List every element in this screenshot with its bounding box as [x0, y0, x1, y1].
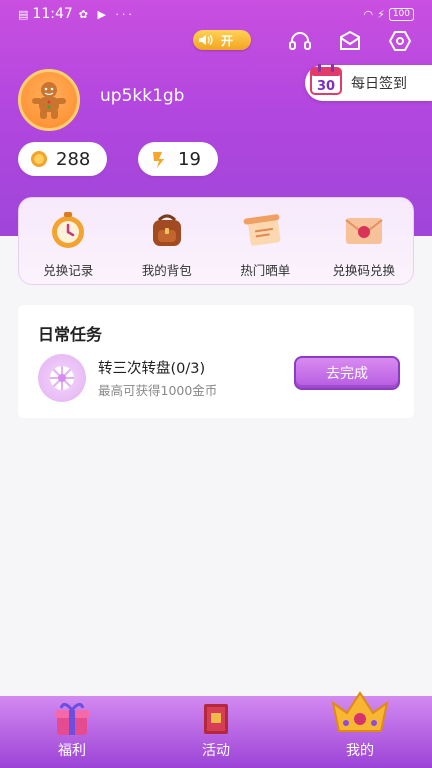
avatar[interactable]: [18, 69, 80, 131]
wheel-icon: [38, 354, 86, 402]
notification-icons: ✿ ▶ ···: [78, 7, 135, 21]
headset-icon[interactable]: [288, 30, 312, 52]
quick-action-label: 我的背包: [141, 263, 192, 278]
quick-action-redeem-code[interactable]: 兑换码兑换: [319, 210, 409, 279]
tab-label: 活动: [202, 743, 230, 759]
crown-icon: [326, 688, 394, 738]
calendar-icon: 30: [309, 62, 343, 96]
task-name: 转三次转盘(0/3): [98, 361, 206, 377]
status-bar: ▤ 11:47 ✿ ▶ ··· ◠ ⚡ 100: [0, 0, 432, 28]
status-time: 11:47: [32, 6, 73, 22]
quick-action-label: 热门晒单: [240, 263, 291, 278]
wifi-icon: ◠: [363, 7, 374, 21]
sim-icon: ▤: [18, 7, 29, 21]
tab-label: 福利: [58, 743, 86, 759]
quick-action-exchange-record[interactable]: 兑换记录: [23, 210, 113, 279]
bottom-tab-bar: 福利 活动 我的: [0, 691, 432, 768]
envelope-icon: [342, 210, 386, 250]
gingerbread-icon: [32, 82, 66, 119]
backpack-icon: [145, 210, 189, 250]
scroll-icon: [243, 210, 287, 250]
battery-icon: 100: [388, 7, 414, 21]
settings-icon[interactable]: [388, 30, 412, 52]
quick-action-backpack[interactable]: 我的背包: [122, 210, 212, 279]
coin-icon: [31, 151, 47, 167]
task-description: 最高可获得1000金币: [98, 383, 218, 398]
daily-tasks-title: 日常任务: [38, 325, 103, 344]
quick-action-label: 兑换码兑换: [332, 263, 395, 278]
sound-toggle-label: 开: [221, 33, 234, 48]
mail-icon[interactable]: [338, 30, 362, 52]
voucher-balance[interactable]: 19: [138, 142, 218, 176]
book-icon: [195, 700, 237, 738]
coin-count: 288: [56, 148, 91, 170]
coin-balance[interactable]: 288: [18, 142, 107, 176]
quick-action-hot-shares[interactable]: 热门晒单: [220, 210, 310, 279]
voucher-icon: [153, 152, 164, 168]
username: up5kk1gb: [100, 86, 185, 106]
stopwatch-icon: [46, 210, 90, 250]
daily-signin-button[interactable]: 30 每日签到: [305, 62, 432, 101]
charging-icon: ⚡: [377, 7, 385, 21]
quick-action-label: 兑换记录: [43, 263, 94, 278]
speaker-icon: [197, 32, 215, 48]
quick-actions: 兑换记录 我的背包 热门晒单 兑换码兑换: [18, 197, 414, 285]
gift-icon: [51, 700, 93, 738]
signin-day: 30: [317, 79, 335, 94]
sound-toggle[interactable]: 开: [193, 30, 251, 50]
go-complete-button[interactable]: 去完成: [294, 356, 400, 390]
tab-activity[interactable]: 活动: [144, 696, 288, 768]
tab-label: 我的: [346, 743, 374, 759]
voucher-count: 19: [178, 148, 201, 170]
daily-tasks-card: 日常任务 转三次转盘(0/3) 最高可获得1000金币 去完成: [18, 305, 414, 418]
tab-welfare[interactable]: 福利: [0, 696, 144, 768]
tab-mine[interactable]: 我的: [288, 691, 432, 768]
signin-label: 每日签到: [351, 76, 407, 92]
